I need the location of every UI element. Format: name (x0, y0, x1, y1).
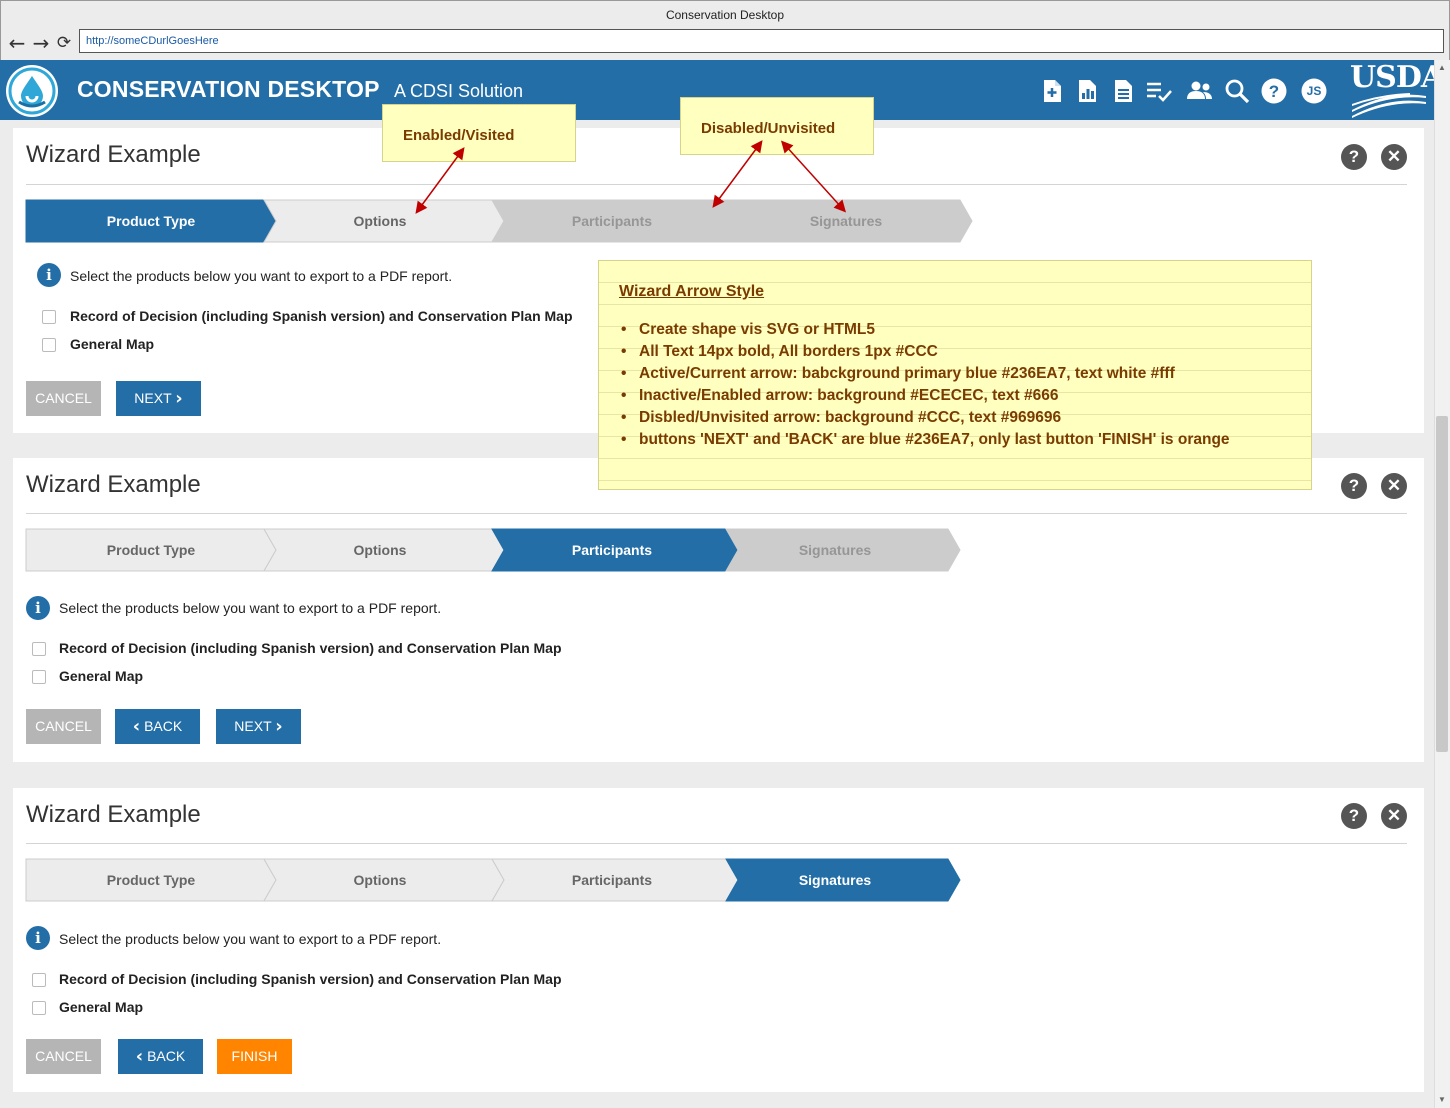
style-rule: Create shape vis SVG or HTML5 (621, 319, 1230, 341)
note-heading: Wizard Arrow Style (619, 283, 765, 300)
annotation-arrows (415, 140, 847, 214)
note-wizard-arrow-style: Wizard Arrow Style Create shape vis SVG … (598, 260, 1312, 490)
style-rule: Active/Current arrow: babckground primar… (621, 363, 1230, 385)
style-rules-list: Create shape vis SVG or HTML5 All Text 1… (621, 319, 1230, 451)
style-rule: All Text 14px bold, All borders 1px #CCC (621, 341, 1230, 363)
style-rule: buttons 'NEXT' and 'BACK' are blue #236E… (621, 429, 1230, 451)
style-rule: Inactive/Enabled arrow: background #ECEC… (621, 385, 1230, 407)
style-rule: Disbled/Unvisited arrow: background #CCC… (621, 407, 1230, 429)
